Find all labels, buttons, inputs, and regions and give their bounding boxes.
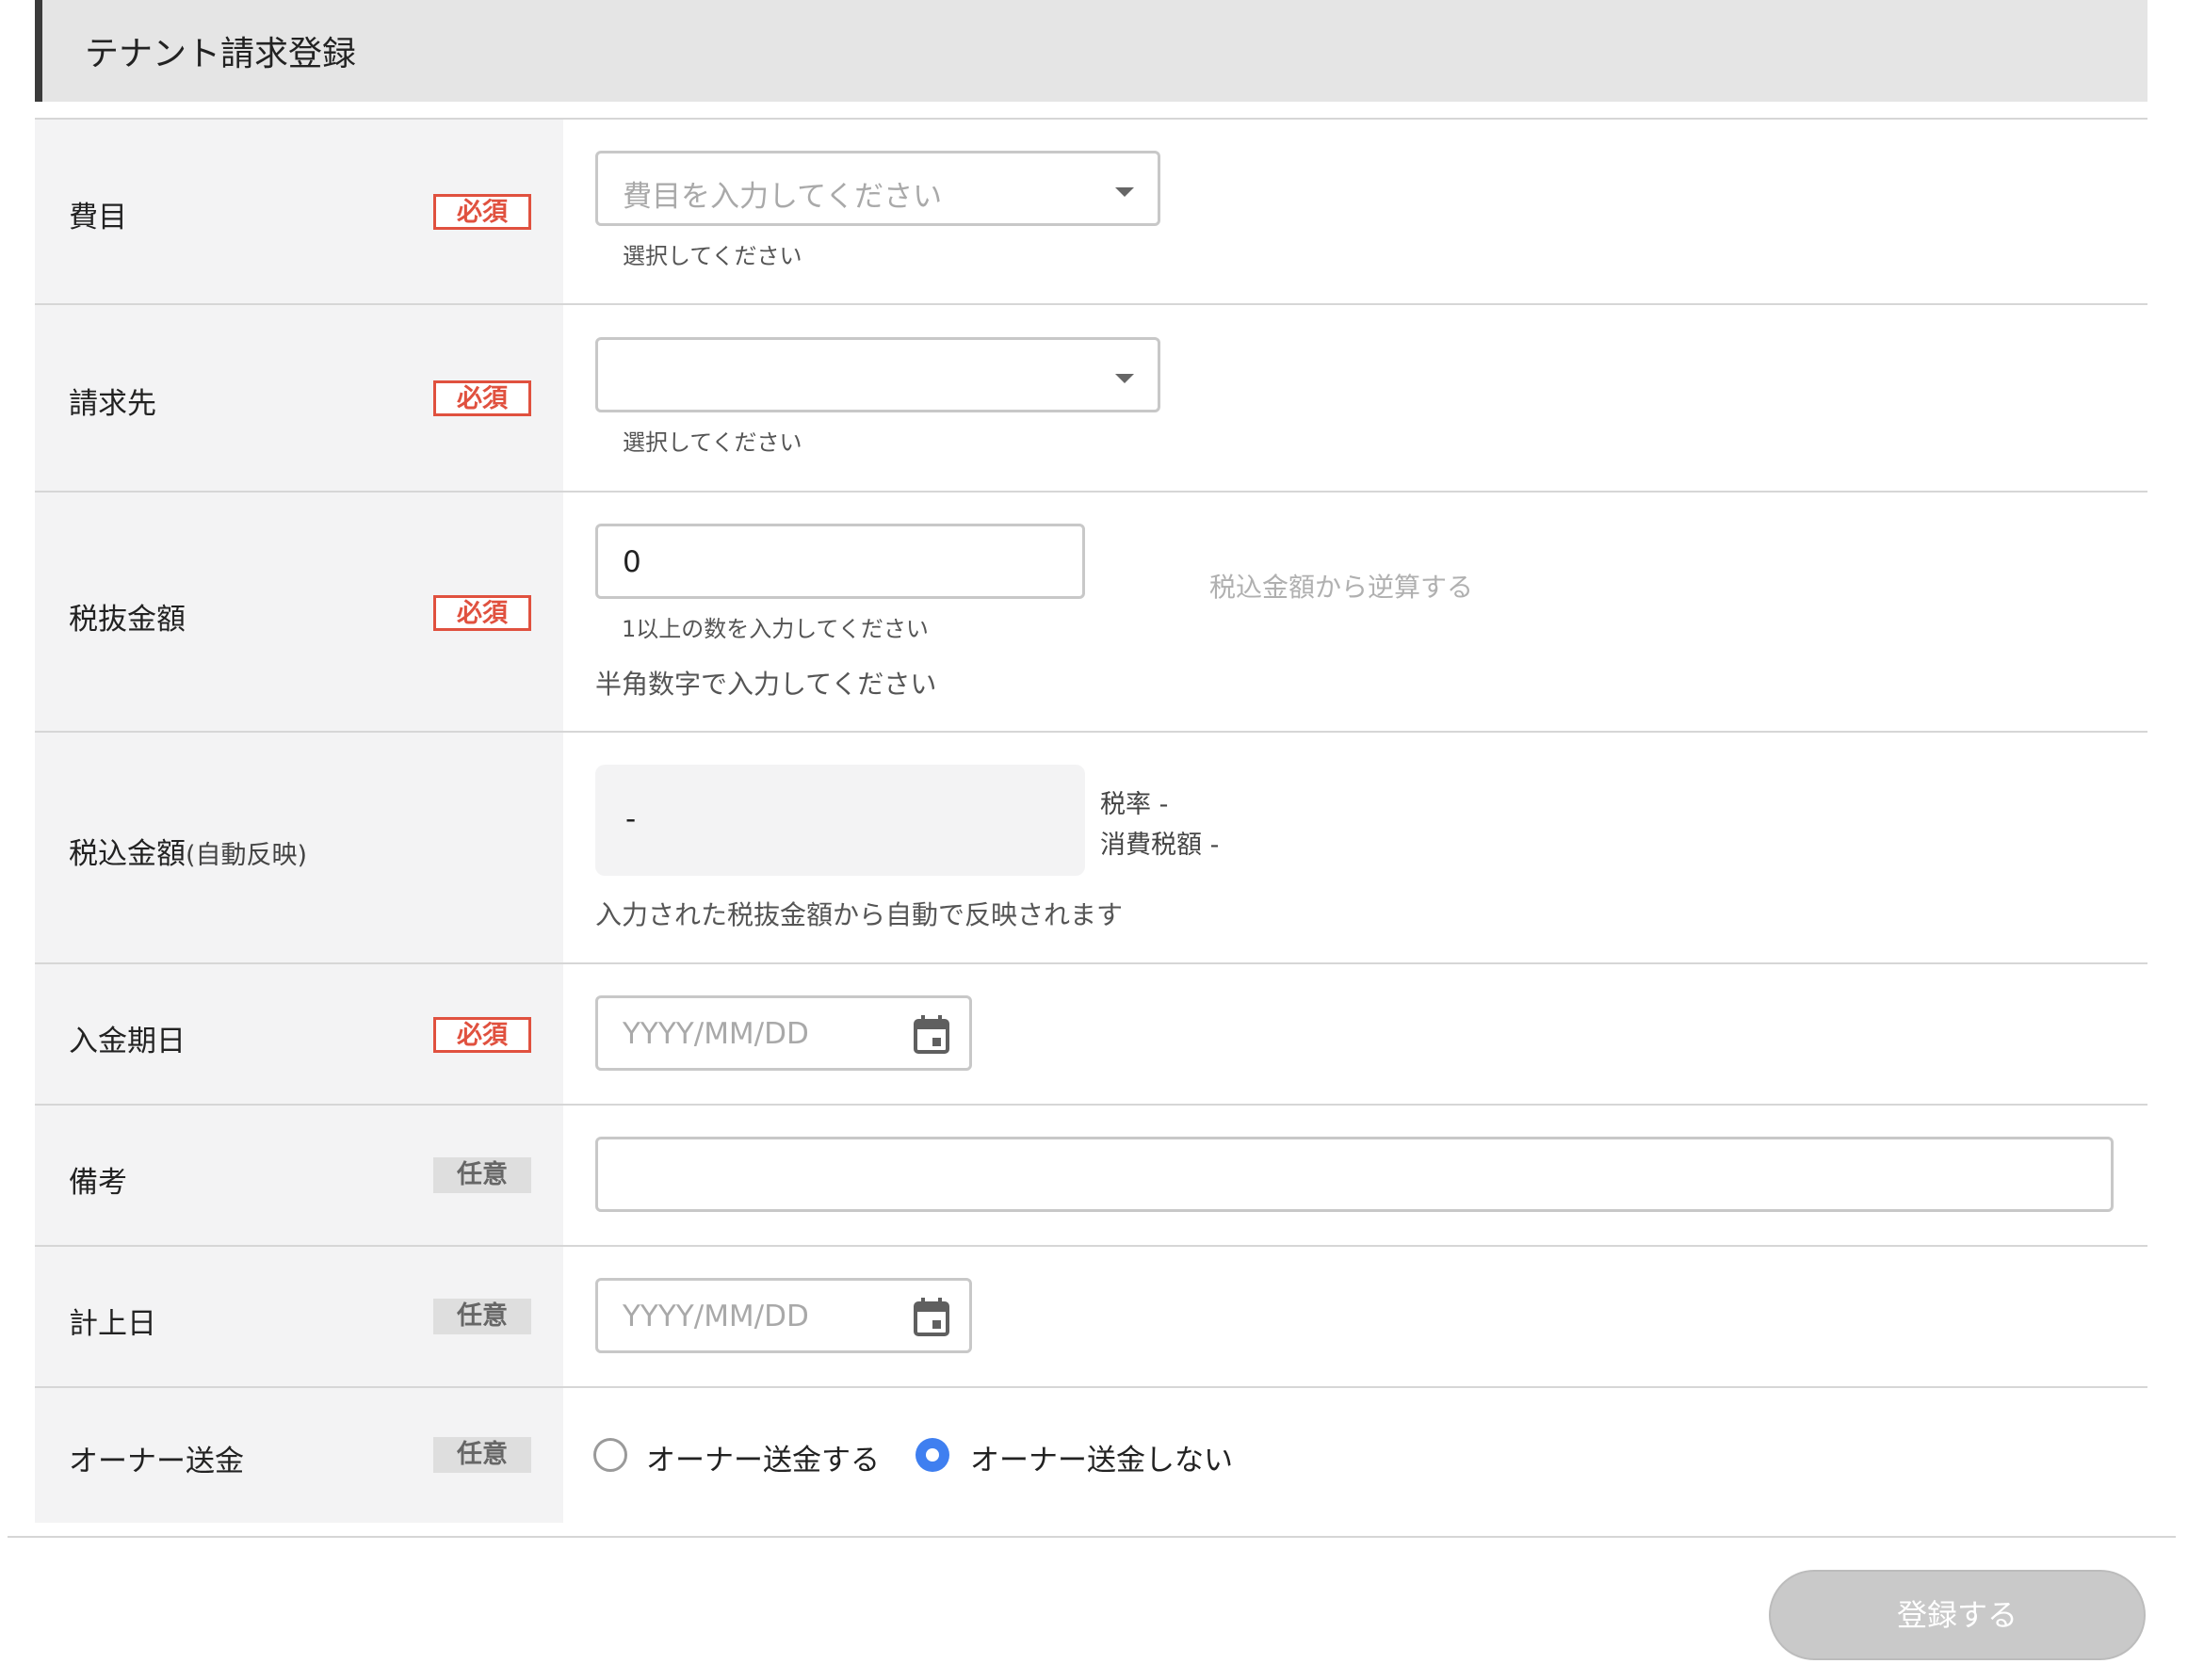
recorded-date-input[interactable]: YYYY/MM/DD — [595, 1278, 972, 1353]
recorded-date-placeholder: YYYY/MM/DD — [623, 1300, 809, 1333]
optional-badge: 任意 — [433, 1299, 531, 1334]
row-divider — [35, 491, 2147, 493]
amount-excl-tax-input[interactable]: 0 — [595, 524, 1085, 599]
required-badge: 必須 — [433, 194, 531, 230]
amount-incl-tax-display: - — [595, 765, 1085, 876]
calendar-icon[interactable] — [913, 1298, 950, 1337]
billing-to-label: 請求先 — [69, 387, 156, 421]
row-divider — [35, 962, 2147, 964]
amount-excl-tax-help: 1以上の数を入力してください — [622, 616, 929, 642]
chevron-down-icon — [1115, 187, 1134, 197]
expense-item-label: 費目 — [69, 201, 127, 234]
row-divider — [35, 303, 2147, 305]
payment-due-date-label: 入金期日 — [69, 1025, 186, 1058]
radio-owner-remit-yes-label[interactable]: オーナー送金する — [646, 1436, 880, 1478]
row-divider — [35, 1386, 2147, 1388]
expense-item-placeholder: 費目を入力してください — [623, 180, 943, 214]
billing-to-help: 選択してください — [623, 429, 802, 456]
remarks-input[interactable] — [595, 1137, 2114, 1212]
billing-to-select[interactable] — [595, 337, 1160, 412]
optional-badge: 任意 — [433, 1157, 531, 1193]
radio-owner-remit-no[interactable] — [916, 1438, 949, 1472]
tenant-billing-form-page: テナント請求登録 費目 必須 費目を入力してください 選択してください 請求先 … — [0, 0, 2204, 1680]
radio-owner-remit-yes[interactable] — [593, 1438, 627, 1472]
required-badge: 必須 — [433, 380, 531, 416]
calendar-icon[interactable] — [913, 1015, 950, 1055]
remarks-label: 備考 — [69, 1166, 127, 1200]
section-header: テナント請求登録 — [35, 0, 2147, 102]
expense-item-help: 選択してください — [623, 243, 802, 269]
footer-divider — [8, 1536, 2176, 1538]
amount-incl-tax-label-suffix: (自動反映) — [186, 841, 308, 870]
row-divider — [35, 1245, 2147, 1247]
page-title: テナント請求登録 — [85, 35, 357, 73]
owner-remittance-label: オーナー送金 — [69, 1445, 244, 1478]
submit-button[interactable]: 登録する — [1769, 1570, 2146, 1660]
amount-incl-tax-label-text: 税込金額 — [69, 837, 186, 871]
recorded-date-label: 計上日 — [69, 1307, 156, 1341]
amount-excl-tax-note: 半角数字で入力してください — [595, 669, 937, 700]
consumption-tax-text: 消費税額 - — [1100, 831, 1220, 860]
amount-incl-tax-label: 税込金額(自動反映) — [69, 830, 307, 872]
amount-incl-tax-value: - — [625, 802, 637, 836]
optional-badge: 任意 — [433, 1437, 531, 1473]
chevron-down-icon — [1115, 374, 1134, 383]
expense-item-select[interactable]: 費目を入力してください — [595, 151, 1160, 226]
row-divider — [35, 731, 2147, 733]
amount-incl-tax-note: 入力された税抜金額から自動で反映されます — [595, 899, 1124, 930]
tax-rate-text: 税率 - — [1100, 790, 1169, 819]
required-badge: 必須 — [433, 595, 531, 631]
reverse-calc-link[interactable]: 税込金額から逆算する — [1209, 567, 1473, 605]
required-badge: 必須 — [433, 1017, 531, 1053]
row-divider — [35, 1104, 2147, 1106]
amount-excl-tax-label: 税抜金額 — [69, 603, 186, 637]
amount-excl-tax-value: 0 — [623, 545, 641, 579]
payment-due-date-placeholder: YYYY/MM/DD — [623, 1017, 809, 1051]
payment-due-date-input[interactable]: YYYY/MM/DD — [595, 995, 972, 1071]
radio-owner-remit-no-label[interactable]: オーナー送金しない — [970, 1436, 1233, 1478]
